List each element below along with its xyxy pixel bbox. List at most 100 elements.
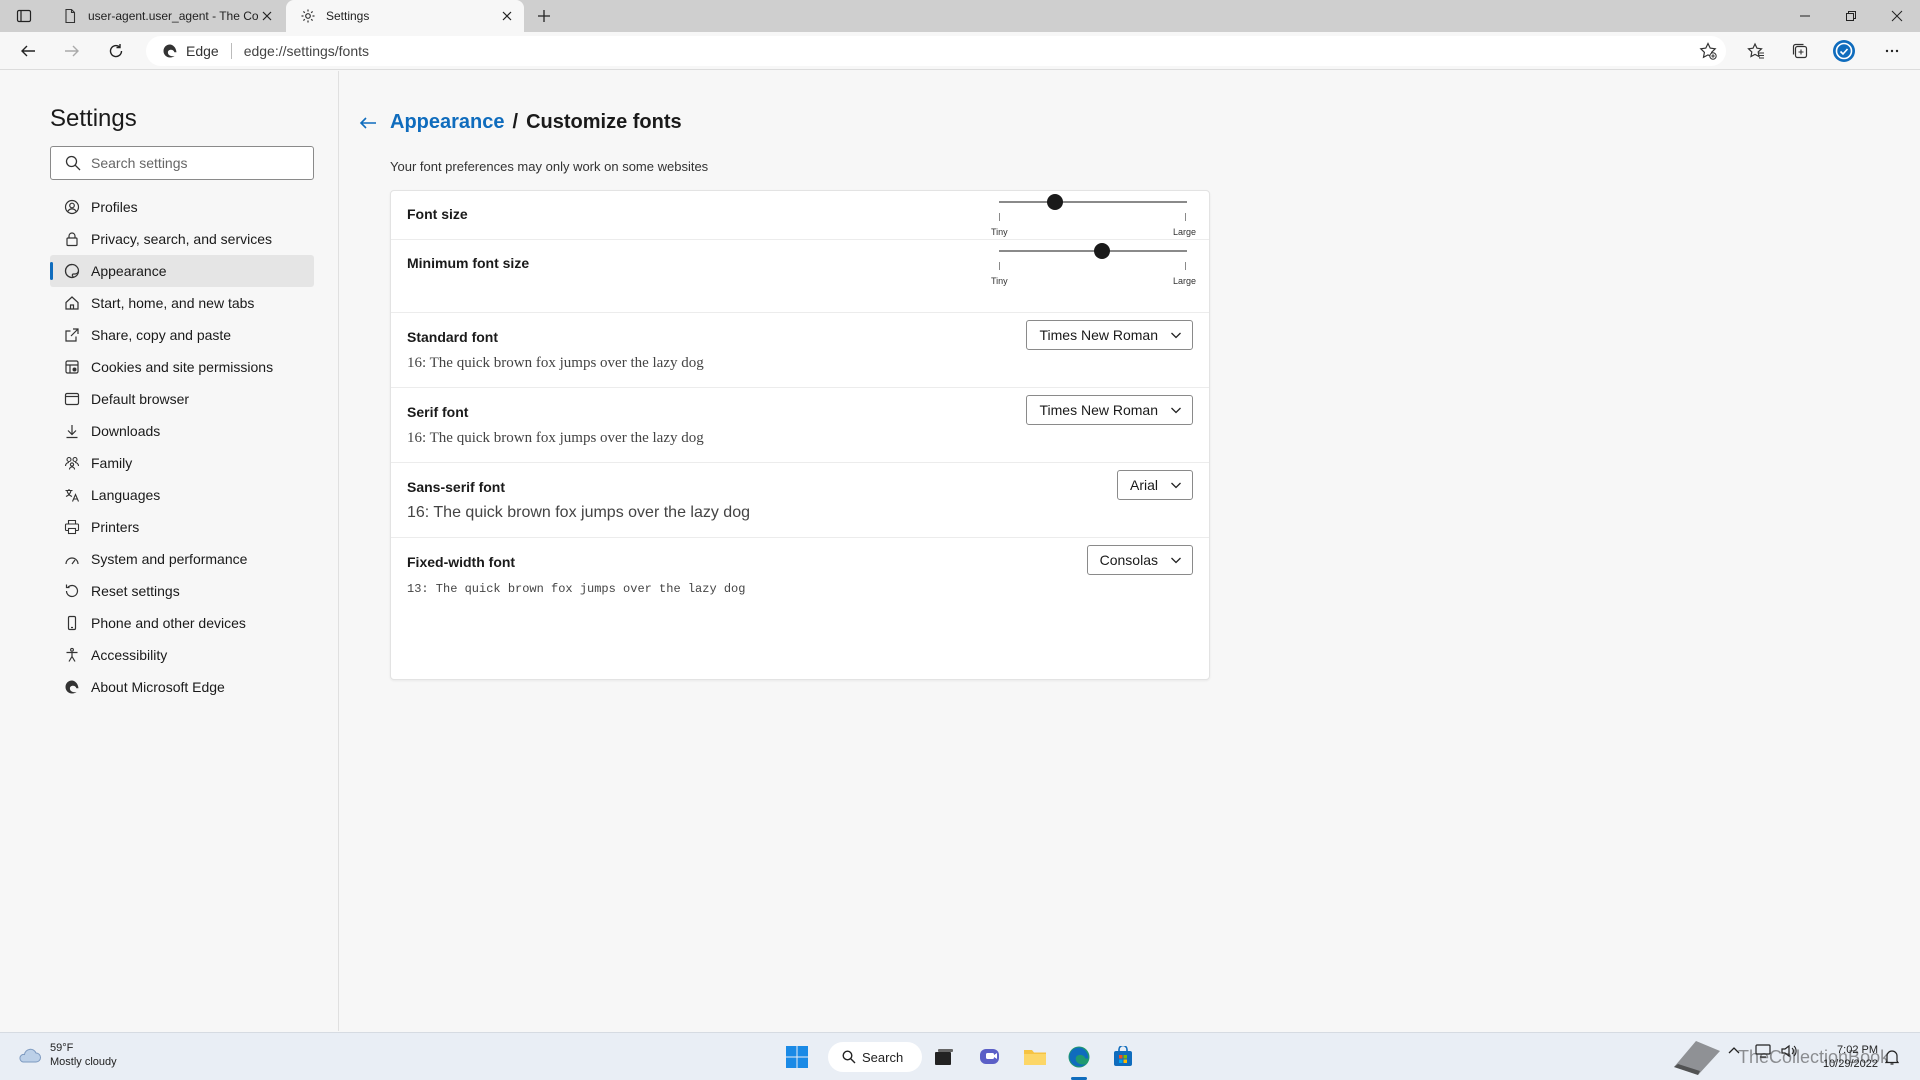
file-explorer-button[interactable]	[1019, 1042, 1051, 1072]
forward-button[interactable]	[58, 37, 86, 65]
printer-icon	[64, 519, 80, 535]
breadcrumb-appearance-link[interactable]: Appearance	[390, 111, 505, 134]
more-menu-button[interactable]	[1878, 37, 1906, 65]
sans-serif-font-label: Sans-serif font	[407, 479, 506, 495]
edge-icon	[1068, 1046, 1090, 1068]
edge-taskbar-button[interactable]	[1063, 1042, 1095, 1072]
back-arrow-icon[interactable]	[356, 111, 380, 135]
browser-icon	[64, 392, 80, 406]
sidebar-item-profiles[interactable]: Profiles	[50, 191, 314, 223]
font-size-row: Font size Tiny Large	[391, 191, 1209, 239]
standard-font-select[interactable]: Times New Roman	[1026, 320, 1193, 350]
fonts-card: Font size Tiny Large Minimum font size T…	[390, 190, 1210, 680]
sidebar-item-about[interactable]: About Microsoft Edge	[50, 671, 314, 703]
clock-date: 10/29/2022	[1822, 1058, 1878, 1070]
settings-nav: Profiles Privacy, search, and services A…	[50, 191, 314, 703]
share-icon	[65, 328, 79, 342]
family-icon	[64, 456, 80, 470]
chevron-down-icon	[1171, 332, 1181, 339]
refresh-button[interactable]	[102, 37, 130, 65]
new-tab-button[interactable]	[530, 5, 558, 27]
add-favorite-icon[interactable]	[1698, 41, 1718, 61]
url-text[interactable]: edge://settings/fonts	[244, 43, 369, 59]
sidebar-item-cookies[interactable]: Cookies and site permissions	[50, 351, 314, 383]
performance-icon	[65, 557, 79, 565]
edge-icon	[65, 680, 79, 694]
chevron-down-icon	[1171, 482, 1181, 489]
site-identity[interactable]: Edge	[162, 43, 219, 59]
sidebar-item-system[interactable]: System and performance	[50, 543, 314, 575]
lock-icon	[66, 232, 78, 247]
book-logo-icon	[1674, 1041, 1720, 1075]
sidebar-item-languages[interactable]: Languages	[50, 479, 314, 511]
sidebar-item-reset[interactable]: Reset settings	[50, 575, 314, 607]
sidebar-item-printers[interactable]: Printers	[50, 511, 314, 543]
start-button[interactable]	[781, 1042, 813, 1072]
slider-thumb[interactable]	[1094, 243, 1111, 259]
sidebar-item-family[interactable]: Family	[50, 447, 314, 479]
tab-settings[interactable]: Settings	[286, 0, 524, 32]
search-box[interactable]	[50, 146, 314, 180]
clock-time: 7:02 PM	[1837, 1044, 1878, 1056]
weather-widget[interactable]: 59°F Mostly cloudy	[16, 1041, 117, 1069]
chevron-up-icon[interactable]	[1726, 1043, 1742, 1059]
sidebar-item-label: Languages	[91, 487, 161, 503]
notification-icon[interactable]	[1884, 1049, 1900, 1065]
folder-icon	[1024, 1050, 1046, 1065]
slider-max-label: Large	[1173, 227, 1197, 237]
monitor-icon[interactable]	[1754, 1043, 1772, 1059]
cookies-icon	[65, 360, 79, 374]
back-button[interactable]	[14, 37, 42, 65]
sidebar-item-default-browser[interactable]: Default browser	[50, 383, 314, 415]
fixed-width-font-select[interactable]: Consolas	[1086, 545, 1193, 575]
sidebar-item-label: Family	[91, 455, 133, 471]
task-view-button[interactable]	[928, 1042, 960, 1072]
arrow-right-icon	[65, 45, 79, 57]
volume-icon[interactable]	[1780, 1043, 1798, 1059]
sidebar-item-share[interactable]: Share, copy and paste	[50, 319, 314, 351]
sans-serif-font-select[interactable]: Arial	[1116, 470, 1193, 500]
tab-close-button[interactable]	[498, 7, 516, 25]
sidebar-item-start-home[interactable]: Start, home, and new tabs	[50, 287, 314, 319]
sidebar-item-phone[interactable]: Phone and other devices	[50, 607, 314, 639]
tab-actions-button[interactable]	[10, 6, 38, 26]
chat-icon	[980, 1049, 999, 1064]
restore-button[interactable]	[1828, 0, 1874, 32]
sidebar-item-appearance[interactable]: Appearance	[50, 255, 314, 287]
address-bar[interactable]: Edge edge://settings/fonts	[146, 36, 1726, 66]
favorites-button[interactable]	[1742, 37, 1770, 65]
task-view-icon	[935, 1049, 953, 1065]
close-window-button[interactable]	[1874, 0, 1920, 32]
close-icon	[1891, 10, 1903, 22]
search-icon	[842, 1050, 856, 1064]
taskbar-clock[interactable]: 7:02 PM 10/29/2022	[1823, 1043, 1878, 1071]
select-value: Times New Roman	[1039, 402, 1158, 418]
sidebar-item-label: Start, home, and new tabs	[91, 295, 255, 311]
breadcrumb-current: Customize fonts	[526, 111, 682, 133]
address-separator	[230, 43, 232, 59]
store-button[interactable]	[1107, 1042, 1139, 1072]
serif-font-select[interactable]: Times New Roman	[1026, 395, 1193, 425]
sidebar-item-downloads[interactable]: Downloads	[50, 415, 314, 447]
minimize-button[interactable]	[1782, 0, 1828, 32]
teams-chat-button[interactable]	[974, 1042, 1006, 1072]
sidebar-item-privacy[interactable]: Privacy, search, and services	[50, 223, 314, 255]
taskbar-search-button[interactable]: Search	[828, 1042, 922, 1072]
sidebar-item-label: Reset settings	[91, 583, 180, 599]
profile-icon	[64, 199, 80, 215]
tab-close-button[interactable]	[258, 7, 276, 25]
collections-button[interactable]	[1786, 37, 1814, 65]
slider-tick	[999, 262, 1000, 270]
profile-button[interactable]	[1830, 37, 1858, 65]
sidebar-item-accessibility[interactable]: Accessibility	[50, 639, 314, 671]
settings-main: Appearance / Customize fonts Your font p…	[340, 71, 1920, 1031]
sidebar-item-label: Printers	[91, 519, 140, 535]
search-input[interactable]	[91, 155, 291, 171]
sidebar-item-label: Default browser	[91, 391, 190, 407]
tab-user-agent[interactable]: user-agent.user_agent - The Coll	[48, 0, 284, 32]
minimum-font-size-slider[interactable]: Tiny Large	[991, 242, 1196, 286]
font-size-slider[interactable]: Tiny Large	[991, 193, 1196, 237]
slider-tick	[1185, 213, 1186, 221]
slider-thumb[interactable]	[1047, 194, 1064, 210]
windows-start-icon	[786, 1046, 808, 1068]
